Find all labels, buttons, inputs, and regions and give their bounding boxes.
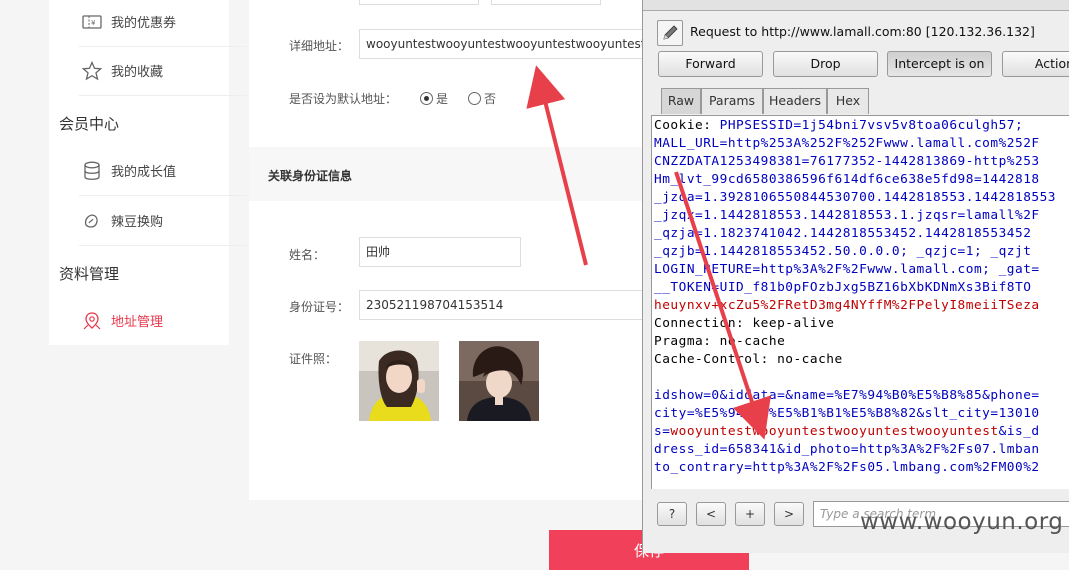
request-line: heuynxv+xcZu5%2FRetD3mg4NYffM%2FPelyI8me… (654, 298, 1040, 313)
sidebar-item-coupons[interactable]: ¥ 我的优惠券 (79, 0, 247, 47)
request-line: _jzqx=1.1442818553.1442818553.1.jzqsr=la… (654, 208, 1040, 223)
location-pin-icon (81, 310, 103, 332)
radio-checked-icon[interactable] (420, 92, 433, 105)
burp-intercept-panel: Request to http://www.lamall.com:80 [120… (642, 0, 1069, 553)
header-value: __TOKEN=UID_f81b0pFOzbJxg5BZ16bXbKDNmXs3… (654, 280, 1032, 295)
default-yes-option[interactable]: 是 (420, 90, 448, 107)
id-photo-front[interactable] (359, 341, 439, 421)
section-heading-member: 会员中心 (59, 115, 120, 133)
request-line: Connection: keep-alive (654, 316, 835, 331)
request-line: CNZZDATA1253498381=76177352-1442813869-h… (654, 154, 1040, 169)
name-label: 姓名： (289, 248, 326, 262)
left-sidebar: ¥ 我的优惠券 我的收藏 会员中心 我的成长值 辣豆换购 资料管理 地址管理 (49, 0, 247, 345)
request-line: _qzjb=1.1442818553452.50.0.0.0; _qzjc=1;… (654, 244, 1031, 259)
id-photo-back[interactable] (459, 341, 539, 421)
id-section-header: 关联身份证信息 (249, 147, 649, 201)
header-name: Cache-Control: no-cache (654, 352, 843, 367)
svg-text:¥: ¥ (91, 19, 96, 27)
default-yes-label: 是 (436, 92, 449, 106)
id-photo-label: 证件照： (289, 352, 338, 366)
header-value: idshow=0&iddata=&name=%E7%94%B0%E5%B8%85… (654, 388, 1040, 403)
sidebar-item-label: 我的优惠券 (111, 16, 177, 31)
address-input[interactable]: wooyuntestwooyuntestwooyuntestwooyuntest (359, 29, 659, 59)
sidebar-item-exchange[interactable]: 辣豆换购 (79, 196, 247, 246)
header-value: CNZZDATA1253498381=76177352-1442813869-h… (654, 154, 1040, 169)
tab-raw[interactable]: Raw (661, 88, 701, 114)
address-form-panel: 详细地址： wooyuntestwooyuntestwooyuntestwooy… (249, 0, 659, 500)
sidebar-item-label: 辣豆换购 (111, 215, 164, 230)
sidebar-item-favorites[interactable]: 我的收藏 (79, 46, 247, 96)
tab-headers[interactable]: Headers (763, 88, 827, 114)
section-title: 关联身份证信息 (268, 169, 353, 183)
section-heading-profile: 资料管理 (59, 265, 120, 283)
id-number-input[interactable]: 230521198704153514 (359, 290, 659, 320)
header-value: s=wooyuntestwooyuntestwooyuntestwooyunte… (654, 424, 1040, 439)
pencil-icon[interactable] (657, 20, 683, 46)
header-value: _qzja=1.1823741042.1442818553452.1442818… (654, 226, 1032, 241)
request-line: Cache-Control: no-cache (654, 352, 843, 367)
radio-unchecked-icon[interactable] (468, 92, 481, 105)
header-value: _jzqx=1.1442818553.1442818553.1.jzqsr=la… (654, 208, 1040, 223)
sidebar-item-label: 我的收藏 (111, 65, 164, 80)
province-select[interactable] (359, 0, 479, 5)
request-line: to_contrary=http%3A%2F%2Fs05.lmbang.com%… (654, 460, 1040, 475)
header-value: _qzjb=1.1442818553452.50.0.0.0; _qzjc=1;… (654, 244, 1032, 259)
request-line: Pragma: no-cache (654, 334, 785, 349)
action-button[interactable]: Action (1002, 51, 1069, 77)
request-target: Request to http://www.lamall.com:80 [120… (690, 24, 1035, 39)
intercept-toggle-button[interactable]: Intercept is on (887, 51, 992, 77)
help-button[interactable]: ? (657, 502, 687, 526)
search-prev-button[interactable]: < (696, 502, 726, 526)
header-value: dress_id=658341&id_photo=http%3A%2F%2Fs0… (654, 442, 1040, 457)
sidebar-item-label: 地址管理 (111, 315, 164, 330)
search-options-button[interactable]: + (735, 502, 765, 526)
tab-hex[interactable]: Hex (827, 88, 869, 114)
search-next-button[interactable]: > (774, 502, 804, 526)
request-line: city=%E5%94%B0%E5%B1%B1%E5%B8%82&slt_cit… (654, 406, 1040, 421)
default-no-label: 否 (484, 92, 497, 106)
id-number-label: 身份证号： (289, 300, 350, 314)
request-line: LOGIN_RETURE=http%3A%2F%2Fwww.lamall.com… (654, 262, 1040, 277)
header-value: PHPSESSID=1j54bni7vsv5v8toa06culgh57; (719, 118, 1024, 133)
default-no-option[interactable]: 否 (468, 90, 496, 107)
request-line: MALL_URL=http%253A%252F%252Fwww.lamall.c… (654, 136, 1040, 151)
header-value: Hm_lvt_99cd6580386596f614df6ce638e5fd98=… (654, 172, 1040, 187)
header-value: to_contrary=http%3A%2F%2Fs05.lmbang.com%… (654, 460, 1040, 475)
raw-request-editor[interactable]: Cookie: PHPSESSID=1j54bni7vsv5v8toa06cul… (651, 115, 1069, 489)
name-input[interactable]: 田帅 (359, 237, 521, 267)
forward-button[interactable]: Forward (658, 51, 763, 77)
header-value: city=%E5%94%B0%E5%B1%B1%E5%B8%82&slt_cit… (654, 406, 1040, 421)
burp-tab-strip (643, 0, 1069, 11)
header-value: MALL_URL=http%253A%252F%252Fwww.lamall.c… (654, 136, 1040, 151)
header-name: Cookie: (654, 118, 720, 133)
header-name: Pragma: no-cache (654, 334, 786, 349)
header-value: _jzqa=1.3928106550844530700.1442818553.1… (654, 190, 1057, 205)
header-name: Connection: keep-alive (654, 316, 835, 331)
address-label: 详细地址： (289, 39, 350, 53)
header-value: LOGIN_RETURE=http%3A%2F%2Fwww.lamall.com… (654, 262, 1040, 277)
star-icon (81, 60, 103, 82)
request-line: Hm_lvt_99cd6580386596f614df6ce638e5fd98=… (654, 172, 1040, 187)
sidebar-item-growth[interactable]: 我的成长值 (79, 146, 247, 196)
coupon-icon: ¥ (81, 11, 103, 33)
request-line: idshow=0&iddata=&name=%E7%94%B0%E5%B8%85… (654, 388, 1040, 403)
sidebar-item-address[interactable]: 地址管理 (79, 296, 247, 345)
watermark-text: www.wooyun.org (860, 509, 1064, 535)
request-line: __TOKEN=UID_f81b0pFOzbJxg5BZ16bXbKDNmXs3… (654, 280, 1031, 295)
database-icon (81, 160, 103, 182)
drop-button[interactable]: Drop (773, 51, 878, 77)
request-line: dress_id=658341&id_photo=http%3A%2F%2Fs0… (654, 442, 1040, 457)
request-line: _qzja=1.1823741042.1442818553452.1442818… (654, 226, 1031, 241)
header-value: heuynxv+xcZu5%2FRetD3mg4NYffM%2FPelyI8me… (654, 298, 1040, 313)
request-line: _jzqa=1.3928106550844530700.1442818553.1… (654, 190, 1056, 205)
tab-params[interactable]: Params (701, 88, 763, 114)
city-select[interactable] (491, 0, 601, 5)
sidebar-item-label: 我的成长值 (111, 165, 177, 180)
default-address-label: 是否设为默认地址： (289, 92, 398, 106)
bean-icon (81, 210, 103, 232)
request-line: Cookie: PHPSESSID=1j54bni7vsv5v8toa06cul… (654, 118, 1023, 133)
request-line: s=wooyuntestwooyuntestwooyuntestwooyunte… (654, 424, 1040, 439)
